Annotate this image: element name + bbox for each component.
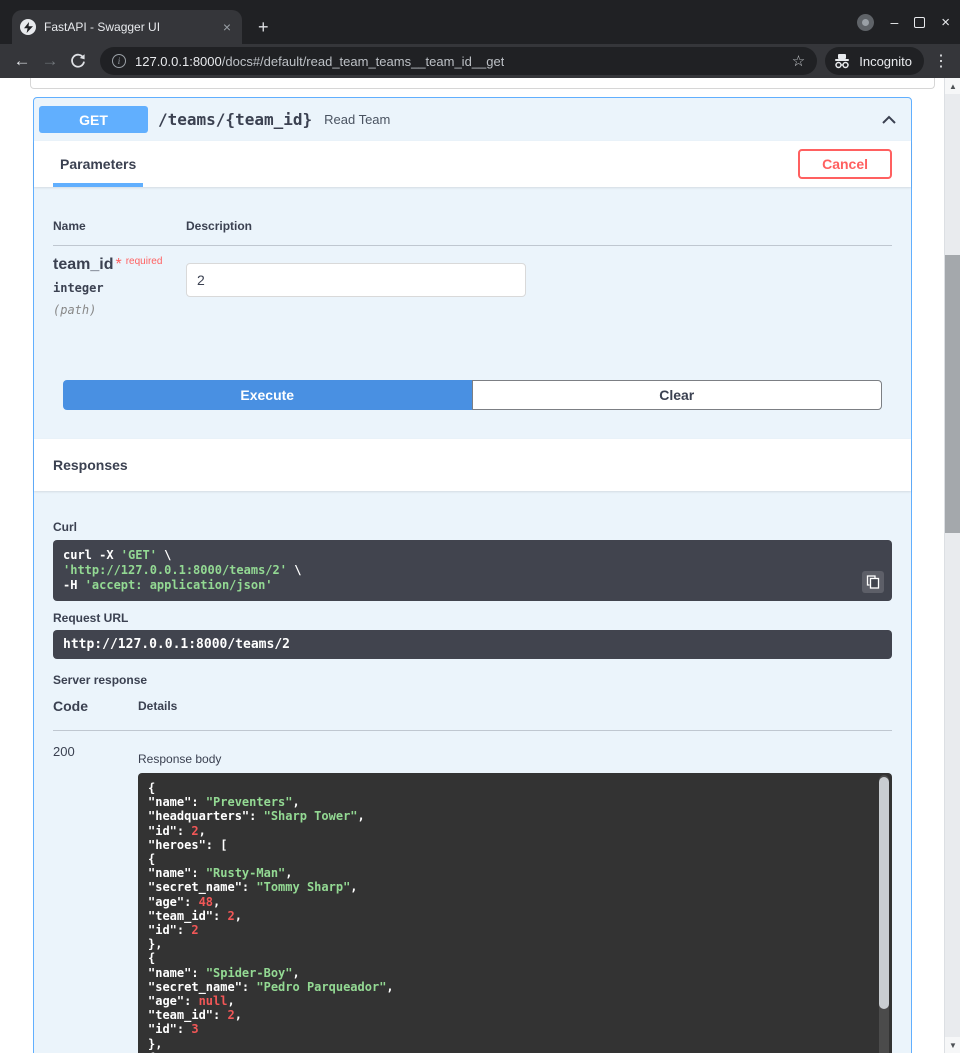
previous-block-edge: [30, 78, 935, 89]
response-body-label: Response body: [138, 752, 892, 766]
incognito-label: Incognito: [859, 54, 912, 69]
request-url-value: http://127.0.0.1:8000/teams/2: [53, 630, 892, 659]
responses-body: Curl curl -X 'GET' \ 'http://127.0.0.1:8…: [34, 491, 911, 1053]
response-body-json: { "name": "Preventers", "headquarters": …: [148, 781, 882, 1053]
incognito-spy-icon: [832, 51, 852, 71]
required-label: required: [126, 256, 163, 267]
scroll-down-icon[interactable]: ▼: [945, 1037, 960, 1053]
scroll-up-icon[interactable]: ▲: [945, 78, 960, 94]
swagger-page: GET /teams/{team_id} Read Team Parameter…: [0, 78, 960, 1053]
fastapi-favicon-icon: [20, 19, 36, 35]
collapse-chevron-icon[interactable]: [881, 115, 897, 125]
operation-description: Read Team: [324, 112, 390, 127]
window-close-icon[interactable]: ×: [941, 14, 950, 31]
parameter-type: integer: [53, 281, 186, 295]
back-icon[interactable]: ←: [8, 47, 36, 75]
url-path: /docs#/default/read_team_teams__team_id_…: [222, 54, 505, 69]
page-scrollbar[interactable]: ▲ ▼: [944, 78, 960, 1053]
reload-icon[interactable]: [64, 47, 92, 75]
curl-command-block: curl -X 'GET' \ 'http://127.0.0.1:8000/t…: [53, 540, 892, 601]
incognito-badge: Incognito: [825, 47, 924, 75]
responses-header: Responses: [34, 439, 911, 491]
parameter-location: (path): [53, 303, 186, 317]
forward-icon: →: [36, 47, 64, 75]
request-url-label: Request URL: [53, 611, 892, 625]
window-controls: – ×: [857, 0, 950, 44]
operation-summary[interactable]: GET /teams/{team_id} Read Team: [34, 98, 911, 141]
parameters-body: Name Description team_id* required intege…: [34, 187, 911, 439]
status-code: 200: [53, 744, 138, 1053]
response-body-block[interactable]: { "name": "Preventers", "headquarters": …: [138, 773, 892, 1053]
code-column-header: Code: [53, 699, 138, 713]
browser-menu-icon[interactable]: ⋮: [930, 51, 952, 71]
page-scrollbar-thumb[interactable]: [945, 255, 960, 533]
response-row: 200 Response body { "name": "Preventers"…: [53, 731, 892, 1053]
response-scrollbar-thumb[interactable]: [879, 777, 889, 1009]
response-table-header: Code Details: [53, 699, 892, 731]
browser-tab[interactable]: FastAPI - Swagger UI ×: [12, 10, 242, 44]
copy-to-clipboard-icon[interactable]: [862, 571, 884, 593]
parameters-title: Parameters: [53, 141, 143, 187]
operation-path: /teams/{team_id}: [158, 110, 312, 129]
cancel-button[interactable]: Cancel: [798, 149, 892, 179]
url-bar[interactable]: i 127.0.0.1:8000 /docs#/default/read_tea…: [100, 47, 817, 75]
parameter-description-cell: [186, 256, 526, 317]
url-host: 127.0.0.1:8000: [135, 54, 222, 69]
profile-icon[interactable]: [857, 14, 874, 31]
browser-window: FastAPI - Swagger UI × + – × ← → i 127.0…: [0, 0, 960, 1053]
parameter-name-cell: team_id* required integer (path): [53, 256, 186, 317]
response-details-cell: Response body { "name": "Preventers", "h…: [138, 744, 892, 1053]
column-name: Name: [53, 219, 186, 233]
bookmark-star-icon[interactable]: ☆: [784, 52, 805, 70]
curl-label: Curl: [53, 520, 892, 534]
response-scrollbar[interactable]: [879, 775, 889, 1053]
details-column-header: Details: [138, 699, 177, 713]
tab-title: FastAPI - Swagger UI: [44, 20, 220, 34]
browser-titlebar: FastAPI - Swagger UI × + – ×: [0, 0, 960, 44]
clear-button[interactable]: Clear: [472, 380, 883, 410]
execute-button[interactable]: Execute: [63, 380, 472, 410]
window-minimize-icon[interactable]: –: [890, 17, 898, 27]
tab-close-icon[interactable]: ×: [220, 19, 234, 35]
team-id-input[interactable]: [186, 263, 526, 297]
parameters-table-header: Name Description: [53, 219, 892, 246]
execute-row: Execute Clear: [63, 380, 882, 410]
required-asterisk: *: [115, 256, 121, 273]
operation-block-get-teams: GET /teams/{team_id} Read Team Parameter…: [33, 97, 912, 1053]
browser-toolbar: ← → i 127.0.0.1:8000 /docs#/default/read…: [0, 44, 960, 78]
parameters-header: Parameters Cancel: [34, 141, 911, 187]
page-info-icon[interactable]: i: [112, 54, 126, 68]
server-response-label: Server response: [53, 673, 892, 687]
new-tab-button[interactable]: +: [258, 18, 269, 36]
parameter-name: team_id: [53, 256, 113, 273]
parameter-row: team_id* required integer (path): [53, 246, 892, 317]
responses-title: Responses: [53, 457, 128, 473]
method-badge: GET: [39, 106, 148, 133]
window-maximize-icon[interactable]: [914, 17, 925, 28]
column-description: Description: [186, 219, 252, 233]
curl-command: curl -X 'GET' \ 'http://127.0.0.1:8000/t…: [63, 548, 882, 593]
